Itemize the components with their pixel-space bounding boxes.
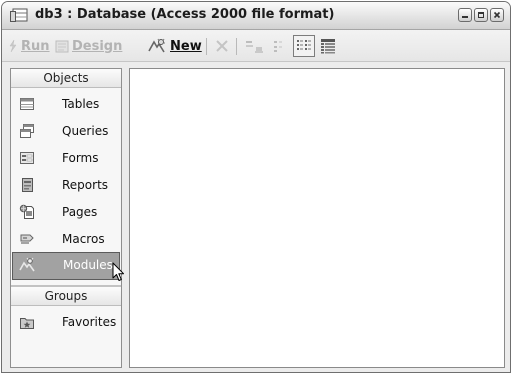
nav-item-label: Reports (62, 178, 109, 192)
favorites-icon (20, 318, 34, 329)
small-icons-icon[interactable] (272, 38, 288, 54)
database-window-icon (10, 8, 28, 22)
nav-item-reports[interactable]: Reports (12, 172, 120, 198)
restore-icon (478, 12, 484, 18)
new-module-icon (148, 38, 165, 53)
restore-button[interactable] (474, 8, 488, 22)
nav-item-label: Modules (63, 258, 113, 272)
toolbar-separator (236, 38, 237, 55)
form-icon (20, 152, 34, 164)
nav-item-queries[interactable]: Queries (12, 118, 120, 144)
module-icon (19, 257, 35, 272)
design-button[interactable]: Design (55, 36, 122, 56)
large-icons-icon[interactable] (245, 39, 265, 53)
nav-item-favorites[interactable]: Favorites (12, 309, 120, 335)
delete-icon[interactable] (215, 39, 229, 53)
objects-bar: Objects Tables Queries Forms Reports Pag… (10, 68, 122, 368)
new-label: New (170, 38, 202, 54)
close-button[interactable] (490, 8, 504, 22)
new-button[interactable]: New (147, 36, 202, 56)
table-icon (20, 98, 34, 110)
macro-icon (20, 234, 34, 244)
window-title: db3 : Database (Access 2000 file format) (35, 7, 335, 22)
list-icon (297, 40, 311, 50)
groups-header[interactable]: Groups (11, 287, 121, 306)
design-label: Design (72, 38, 123, 54)
nav-item-label: Tables (62, 97, 100, 111)
nav-item-macros[interactable]: Macros (12, 226, 120, 252)
mouse-pointer-icon (112, 262, 124, 281)
list-view-button[interactable] (293, 35, 315, 57)
database-window: db3 : Database (Access 2000 file format) (1, 1, 511, 373)
objects-header[interactable]: Objects (11, 69, 121, 88)
nav-item-label: Macros (62, 232, 105, 246)
nav-item-label: Forms (62, 151, 99, 165)
nav-item-forms[interactable]: Forms (12, 145, 120, 171)
run-label: Run (21, 38, 50, 54)
minimize-icon (462, 16, 468, 18)
close-icon (493, 11, 501, 19)
nav-item-label: Queries (62, 124, 109, 138)
object-list-pane[interactable] (129, 68, 505, 368)
toolbar: Run Design New (2, 30, 510, 62)
nav-item-pages[interactable]: Pages (12, 199, 120, 225)
design-icon (55, 40, 69, 52)
minimize-button[interactable] (458, 8, 472, 22)
toolbar-separator (206, 38, 207, 55)
report-icon (22, 178, 33, 192)
details-icon[interactable] (320, 38, 336, 54)
nav-item-label: Pages (62, 205, 98, 219)
page-icon (19, 204, 34, 219)
nav-item-tables[interactable]: Tables (12, 91, 120, 117)
title-bar[interactable]: db3 : Database (Access 2000 file format) (2, 2, 510, 30)
query-icon (20, 124, 34, 138)
nav-item-label: Favorites (62, 315, 117, 329)
run-button[interactable]: Run (8, 36, 50, 56)
run-icon (9, 39, 17, 53)
nav-item-modules[interactable]: Modules (12, 252, 120, 280)
